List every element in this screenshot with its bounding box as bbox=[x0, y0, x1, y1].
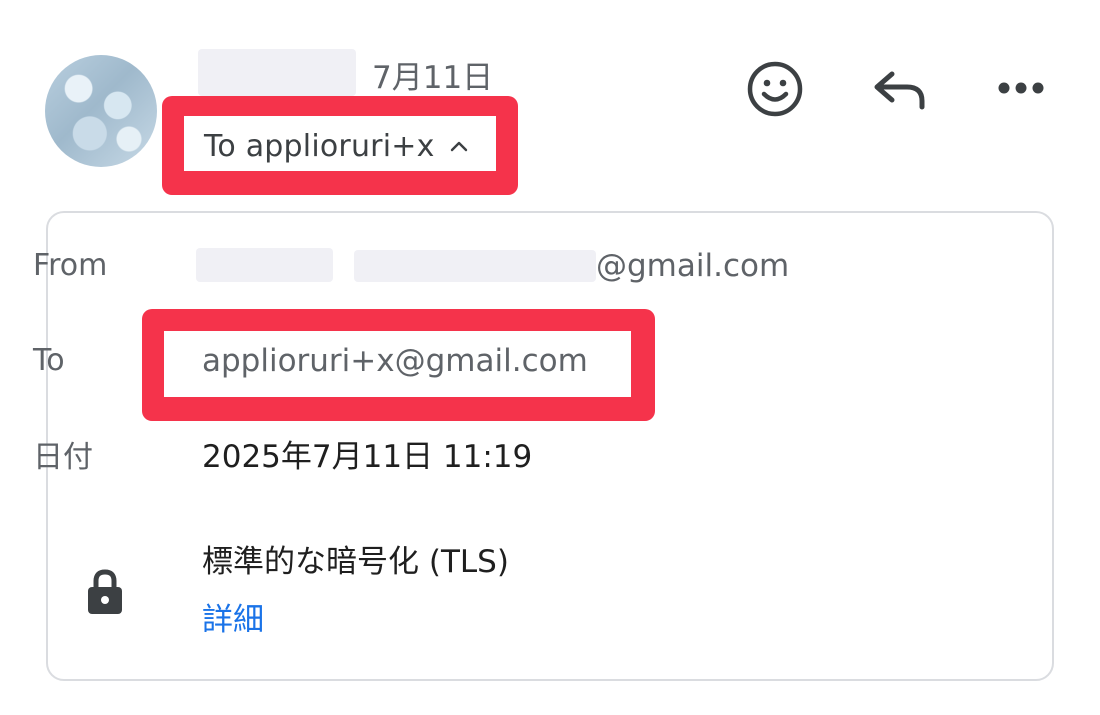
recipient-details-toggle[interactable]: To applioruri+x bbox=[170, 103, 512, 189]
to-label: To bbox=[33, 343, 65, 378]
from-address-redacted bbox=[354, 250, 596, 282]
sender-avatar[interactable] bbox=[45, 55, 157, 167]
message-date: 7月11日 bbox=[372, 60, 494, 96]
reply-button[interactable] bbox=[868, 62, 930, 116]
reply-icon bbox=[874, 71, 925, 110]
from-label: From bbox=[33, 248, 108, 283]
to-address[interactable]: applioruri+x@gmail.com bbox=[202, 340, 588, 382]
more-options-button[interactable] bbox=[992, 68, 1050, 108]
date-value: 2025年7月11日 11:19 bbox=[202, 439, 533, 475]
more-options-icon bbox=[998, 82, 1044, 94]
from-name-redacted bbox=[196, 248, 333, 282]
lock-icon bbox=[86, 568, 124, 616]
from-address-domain[interactable]: @gmail.com bbox=[596, 245, 789, 287]
sender-name-redacted bbox=[198, 49, 356, 96]
encryption-details-link[interactable]: 詳細 bbox=[202, 599, 264, 641]
date-label: 日付 bbox=[33, 440, 93, 475]
recipient-summary: To applioruri+x bbox=[204, 128, 435, 164]
chevron-up-icon bbox=[450, 141, 467, 152]
emoji-icon bbox=[747, 61, 803, 117]
email-header-screen: 7月11日 To applioruri+x From @gmail.com To… bbox=[0, 0, 1100, 715]
add-reaction-button[interactable] bbox=[744, 58, 806, 120]
encryption-status: 標準的な暗号化 (TLS) bbox=[202, 544, 509, 580]
